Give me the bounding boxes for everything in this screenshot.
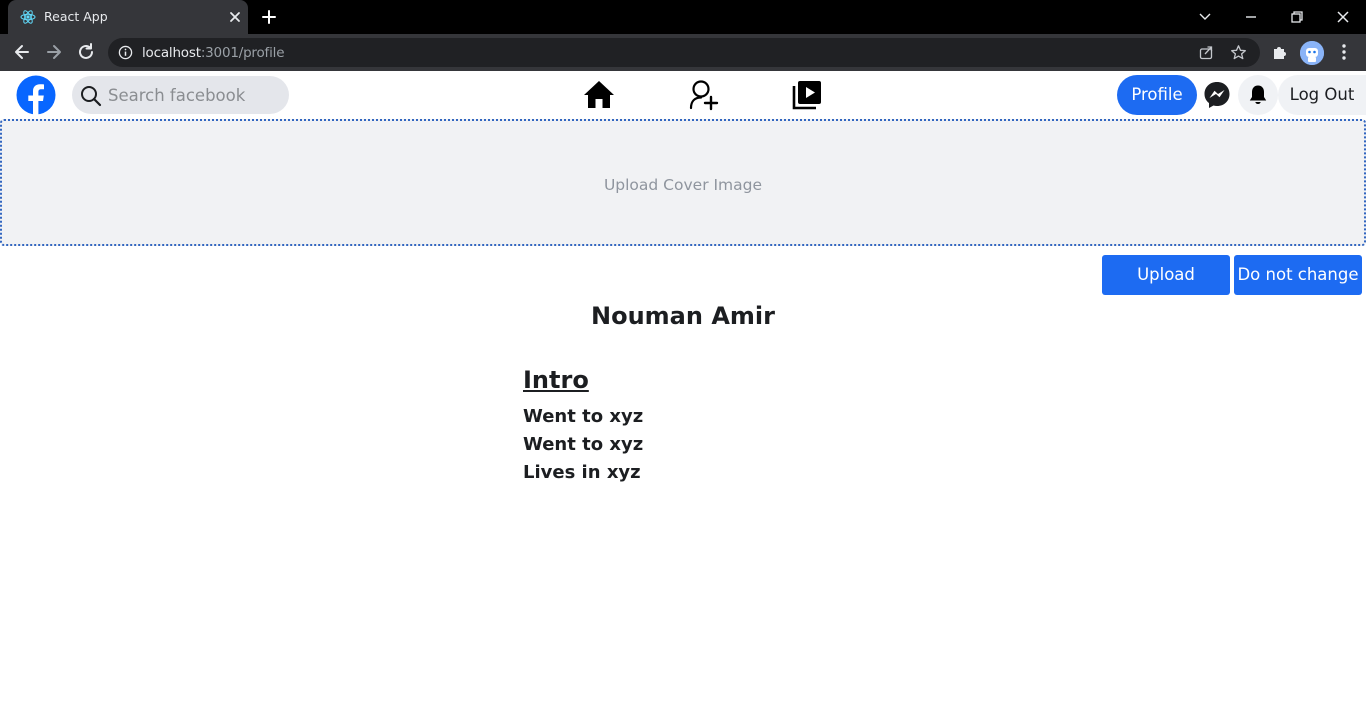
window-close-icon[interactable] bbox=[1332, 6, 1354, 28]
intro-item: Went to xyz bbox=[523, 434, 644, 455]
profile-avatar-icon[interactable] bbox=[1300, 41, 1324, 65]
messenger-icon[interactable] bbox=[1201, 79, 1233, 111]
forward-icon[interactable] bbox=[44, 42, 64, 62]
cover-image-upload-area[interactable]: Upload Cover Image bbox=[0, 119, 1366, 246]
friends-icon[interactable] bbox=[688, 79, 720, 111]
restore-icon[interactable] bbox=[1286, 6, 1308, 28]
react-icon bbox=[20, 10, 36, 24]
profile-name: Nouman Amir bbox=[591, 302, 775, 330]
address-bar[interactable]: localhost:3001/profile bbox=[108, 38, 1260, 67]
do-not-change-button[interactable]: Do not change bbox=[1234, 255, 1362, 295]
search-input[interactable] bbox=[108, 82, 278, 108]
home-icon[interactable] bbox=[583, 79, 615, 111]
video-icon[interactable] bbox=[791, 79, 823, 111]
url-text[interactable]: localhost:3001/profile bbox=[142, 45, 285, 61]
reload-icon[interactable] bbox=[76, 42, 96, 62]
url-path: :3001/profile bbox=[200, 45, 285, 61]
share-icon[interactable] bbox=[1198, 44, 1215, 61]
menu-dots-icon[interactable] bbox=[1334, 42, 1354, 62]
tab-title: React App bbox=[44, 9, 108, 24]
facebook-navbar: Profile Log Out bbox=[0, 71, 1366, 119]
bell-icon bbox=[1249, 85, 1267, 105]
extensions-icon[interactable] bbox=[1270, 42, 1290, 62]
intro-item: Went to xyz bbox=[523, 406, 644, 427]
info-icon[interactable] bbox=[118, 45, 133, 60]
star-icon[interactable] bbox=[1230, 44, 1247, 61]
search-icon bbox=[81, 86, 102, 107]
search-box[interactable] bbox=[72, 76, 289, 114]
notifications-button[interactable] bbox=[1238, 75, 1278, 115]
plus-icon[interactable] bbox=[260, 8, 278, 26]
facebook-logo-icon[interactable] bbox=[16, 75, 56, 115]
minimize-icon[interactable] bbox=[1240, 6, 1262, 28]
intro-heading: Intro bbox=[523, 366, 589, 394]
back-icon[interactable] bbox=[12, 42, 32, 62]
profile-button[interactable]: Profile bbox=[1117, 75, 1197, 115]
logout-button[interactable]: Log Out bbox=[1278, 75, 1366, 115]
upload-button[interactable]: Upload bbox=[1102, 255, 1230, 295]
browser-toolbar: localhost:3001/profile bbox=[0, 34, 1366, 71]
close-icon[interactable] bbox=[226, 8, 244, 26]
cover-upload-label: Upload Cover Image bbox=[603, 176, 763, 194]
browser-tab[interactable]: React App bbox=[8, 0, 248, 34]
browser-tab-strip: React App bbox=[0, 0, 1366, 34]
intro-item: Lives in xyz bbox=[523, 462, 641, 483]
url-host: localhost bbox=[142, 45, 201, 61]
chevron-down-icon[interactable] bbox=[1194, 6, 1216, 28]
